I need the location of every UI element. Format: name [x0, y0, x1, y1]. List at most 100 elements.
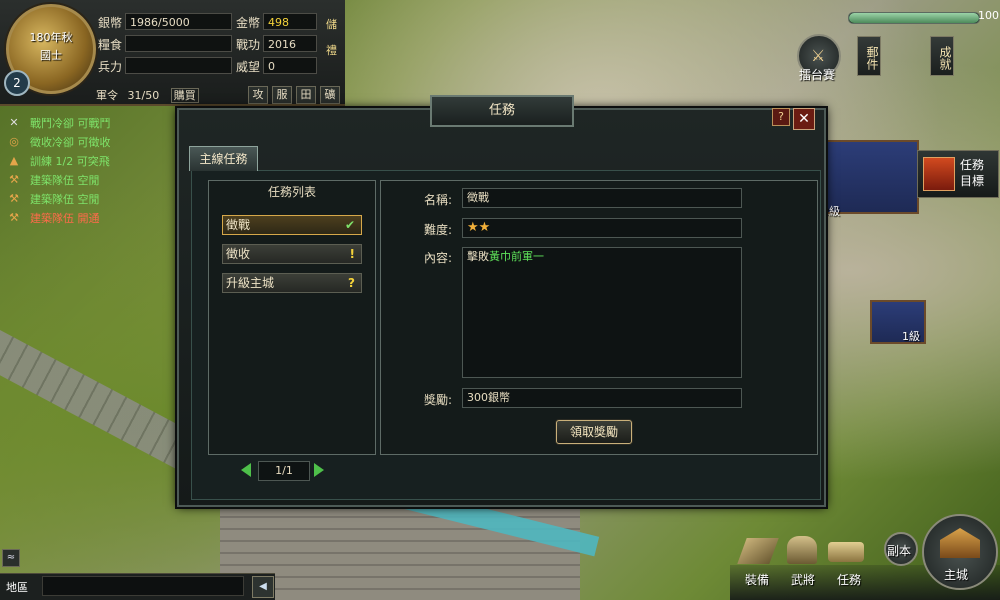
- tab-main-quest[interactable]: 主線任務: [189, 146, 258, 171]
- page-number: 1/1: [275, 464, 293, 477]
- silver-label: 銀幣: [98, 16, 123, 30]
- energy-value: 100: [978, 9, 999, 22]
- barracks-level-label: 1級: [902, 330, 920, 343]
- orders-value: 31/50: [127, 89, 160, 102]
- hammer-icon: ⚒: [9, 210, 19, 224]
- task-item-conquest[interactable]: 徵戰 ✔: [222, 215, 362, 235]
- content-field: 擊敗黃巾前軍一: [462, 247, 742, 378]
- queue-item-text: 建築隊伍 空閒: [30, 173, 100, 187]
- battle-icon: ✕: [9, 115, 19, 129]
- city-name: 國士: [40, 49, 62, 62]
- activity-queue: ✕ 戰鬥冷卻 可戰鬥 ◎ 徵收冷卻 可徵收 ▲ 訓練 1/2 可突飛 ⚒ 建築隊…: [6, 113, 111, 227]
- recharge-button[interactable]: 儲: [326, 16, 337, 32]
- gold-value: 498: [263, 13, 317, 30]
- status-panel: 180年秋 國士 2 銀幣 1986/5000 金幣 498 儲 糧食 戰功 2…: [0, 0, 345, 106]
- food-label: 糧食: [98, 38, 123, 52]
- chat-bar: 地區 ◀: [0, 573, 275, 600]
- prev-page-arrow[interactable]: [241, 463, 251, 477]
- task-item-name: 徵收: [226, 247, 251, 261]
- player-level-badge: 2: [4, 70, 30, 96]
- task-item-levy[interactable]: 徵收 !: [222, 244, 362, 264]
- hammer-icon: ⚒: [9, 172, 19, 186]
- submit-shortcut-button[interactable]: 服: [272, 86, 292, 104]
- chat-send-button[interactable]: ◀: [252, 576, 274, 598]
- task-label[interactable]: 任務: [837, 571, 861, 588]
- reward-label: 獎勵:: [424, 393, 453, 407]
- queue-item[interactable]: ⚒ 建築隊伍 開通: [6, 208, 111, 227]
- send-icon: ◀: [259, 581, 267, 592]
- queue-item-text: 建築隊伍 開通: [30, 211, 100, 225]
- general-icon[interactable]: [787, 536, 817, 564]
- attack-shortcut-button[interactable]: 攻: [248, 86, 268, 104]
- energy-bar: [848, 12, 980, 24]
- difficulty-stars: ★★: [462, 218, 742, 238]
- hammer-icon: ⚒: [9, 191, 19, 205]
- equipment-label[interactable]: 裝備: [745, 571, 769, 588]
- troops-value: [125, 57, 232, 74]
- name-field: 徵戰: [462, 188, 742, 208]
- queue-item[interactable]: ◎ 徵收冷卻 可徵收: [6, 132, 110, 151]
- close-button[interactable]: ✕: [793, 108, 815, 130]
- exclamation-icon: !: [349, 247, 355, 261]
- prestige-label: 威望: [236, 60, 261, 74]
- page-indicator: 1/1: [258, 461, 310, 481]
- dialog-title: 任務: [430, 95, 574, 127]
- silver-value: 1986/5000: [125, 13, 232, 30]
- mine-shortcut-button[interactable]: 礦: [320, 86, 340, 104]
- queue-item[interactable]: ⚒ 建築隊伍 空閒: [6, 189, 111, 208]
- instance-label[interactable]: 副本: [887, 542, 911, 559]
- chat-channel-label[interactable]: 地區: [6, 579, 28, 595]
- claim-reward-button[interactable]: 領取獎勵: [556, 420, 632, 444]
- arena-icon: ⚔: [811, 46, 826, 65]
- merit-value: 2016: [263, 35, 317, 52]
- task-goal-label: 任務目標: [960, 158, 985, 188]
- training-icon: ▲: [9, 153, 19, 167]
- content-target-link[interactable]: 黃巾前軍一: [489, 250, 544, 263]
- difficulty-label: 難度:: [424, 223, 453, 237]
- queue-item[interactable]: ▲ 訓練 1/2 可突飛: [6, 151, 111, 170]
- task-scroll-icon[interactable]: [828, 542, 864, 562]
- help-button[interactable]: ?: [772, 108, 790, 126]
- troops-label: 兵力: [98, 60, 123, 74]
- general-label[interactable]: 武將: [791, 571, 815, 588]
- task-goal-icon: [923, 157, 955, 191]
- queue-item[interactable]: ⚒ 建築隊伍 空閒: [6, 170, 111, 189]
- task-goal-button[interactable]: 任務目標: [917, 150, 999, 198]
- content-label: 內容:: [424, 251, 453, 265]
- chat-input[interactable]: [42, 576, 244, 596]
- queue-item-text: 訓練 1/2 可突飛: [30, 154, 110, 168]
- energy-bar-fill: [849, 13, 979, 23]
- check-icon: ✔: [344, 218, 355, 232]
- task-list-panel: 任務列表 徵戰 ✔ 徵收 ! 升級主城 ?: [208, 180, 376, 455]
- queue-item[interactable]: ✕ 戰鬥冷卻 可戰鬥: [6, 113, 111, 132]
- main-city-icon: [940, 528, 980, 558]
- queue-item-text: 戰鬥冷卻 可戰鬥: [30, 116, 111, 130]
- expand-chat-button[interactable]: ≈: [2, 549, 20, 567]
- merit-label: 戰功: [236, 38, 261, 52]
- name-label: 名稱:: [424, 193, 453, 207]
- expand-icon: ≈: [6, 552, 16, 563]
- food-value: [125, 35, 232, 52]
- close-icon: ✕: [798, 111, 810, 127]
- buy-orders-button[interactable]: 購買: [170, 88, 199, 103]
- content-prefix: 擊敗: [467, 250, 489, 263]
- orders-bar: 軍令 31/50 購買: [96, 87, 199, 103]
- task-list-title: 任務列表: [267, 185, 316, 199]
- task-item-name: 徵戰: [226, 218, 251, 232]
- arena-label[interactable]: 擂台賽: [799, 66, 835, 83]
- achievement-button[interactable]: 成就: [930, 36, 954, 76]
- question-icon: ?: [348, 276, 355, 290]
- farm-shortcut-button[interactable]: 田: [296, 86, 316, 104]
- prestige-value: 0: [263, 57, 317, 74]
- task-item-upgrade-city[interactable]: 升級主城 ?: [222, 273, 362, 293]
- gold-label: 金幣: [236, 16, 261, 30]
- next-page-arrow[interactable]: [314, 463, 324, 477]
- orders-label: 軍令: [96, 89, 118, 102]
- gift-button[interactable]: 禮: [326, 42, 337, 58]
- season-label: 180年秋: [29, 31, 73, 44]
- main-city-label[interactable]: 主城: [944, 566, 968, 583]
- mail-button[interactable]: 郵件: [857, 36, 881, 76]
- queue-item-text: 建築隊伍 空閒: [30, 192, 100, 206]
- equipment-icon[interactable]: [737, 538, 779, 564]
- levy-icon: ◎: [9, 134, 19, 148]
